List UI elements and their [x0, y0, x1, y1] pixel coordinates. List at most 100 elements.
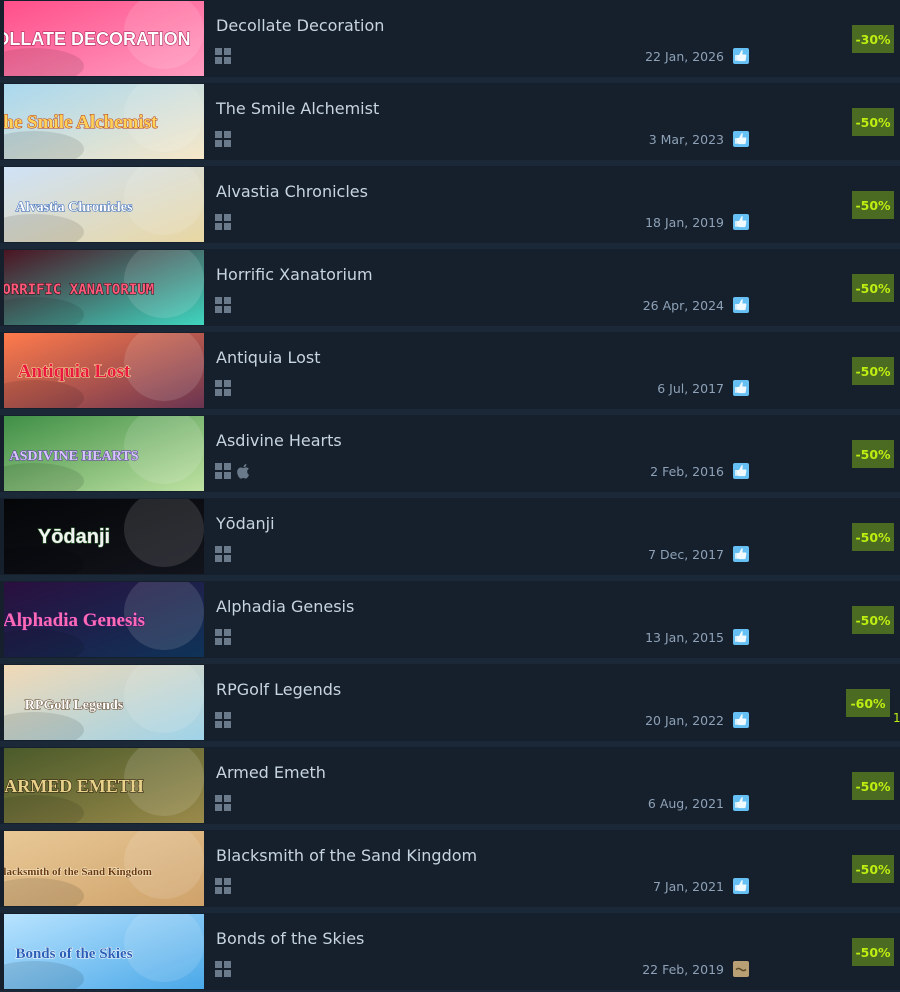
- game-title[interactable]: Horrific Xanatorium: [216, 265, 373, 284]
- game-row[interactable]: DECOLLATE DECORATION Decollate Decoration…: [0, 0, 900, 77]
- discount-badge: -50%: [852, 191, 894, 219]
- platform-icons: [215, 712, 231, 728]
- game-title[interactable]: Yōdanji: [216, 514, 275, 533]
- release-date: 20 Jan, 2022: [645, 713, 724, 728]
- capsule-logo-text: RPGolf Legends: [25, 698, 124, 713]
- game-title[interactable]: Antiquia Lost: [216, 348, 320, 367]
- discount-badge: -50%: [852, 772, 894, 800]
- release-date: 7 Dec, 2017: [648, 547, 724, 562]
- game-list: DECOLLATE DECORATION Decollate Decoration…: [0, 0, 900, 992]
- capsule-logo-text: Antiquia Lost: [18, 361, 131, 382]
- game-title[interactable]: Decollate Decoration: [216, 16, 384, 35]
- review-mixed-icon[interactable]: [733, 961, 749, 977]
- game-row[interactable]: Antiquia Lost Antiquia Lost 6 Jul, 2017 -50…: [0, 332, 900, 409]
- game-capsule-image[interactable]: Blacksmith of the Sand Kingdom: [4, 831, 204, 906]
- windows-icon: [215, 131, 231, 147]
- capsule-logo-text: Blacksmith of the Sand Kingdom: [4, 866, 152, 878]
- windows-icon: [215, 546, 231, 562]
- game-row[interactable]: RPGolf Legends RPGolf Legends 20 Jan, 2022…: [0, 664, 900, 741]
- game-row[interactable]: The Smile Alchemist The Smile Alchemist 3 …: [0, 83, 900, 160]
- thumbs-up-icon[interactable]: [733, 795, 749, 811]
- platform-icons: [215, 961, 231, 977]
- game-title[interactable]: Alphadia Genesis: [216, 597, 354, 616]
- game-capsule-image[interactable]: RPGolf Legends: [4, 665, 204, 740]
- capsule-logo-text: The Smile Alchemist: [4, 112, 158, 133]
- release-date: 22 Jan, 2026: [645, 49, 724, 64]
- game-title[interactable]: Blacksmith of the Sand Kingdom: [216, 846, 477, 865]
- discount-badge: -50%: [852, 440, 894, 468]
- game-row[interactable]: Yōdanji Yōdanji 7 Dec, 2017 -50%: [0, 498, 900, 575]
- game-title[interactable]: Armed Emeth: [216, 763, 326, 782]
- platform-icons: [215, 297, 231, 313]
- platform-icons: [215, 795, 231, 811]
- release-date: 3 Mar, 2023: [648, 132, 724, 147]
- release-date: 7 Jan, 2021: [653, 879, 724, 894]
- windows-icon: [215, 878, 231, 894]
- game-title[interactable]: RPGolf Legends: [216, 680, 341, 699]
- release-date: 2 Feb, 2016: [650, 464, 724, 479]
- game-capsule-image[interactable]: Antiquia Lost: [4, 333, 204, 408]
- release-date: 18 Jan, 2019: [645, 215, 724, 230]
- platform-icons: [215, 48, 231, 64]
- platform-icons: [215, 546, 231, 562]
- game-row[interactable]: HORRIFIC XANATORIUM Horrific Xanatorium 26…: [0, 249, 900, 326]
- apple-icon: [237, 463, 251, 479]
- thumbs-up-icon[interactable]: [733, 546, 749, 562]
- game-capsule-image[interactable]: ASDIVINE HEARTS: [4, 416, 204, 491]
- game-title[interactable]: Asdivine Hearts: [216, 431, 342, 450]
- windows-icon: [215, 48, 231, 64]
- capsule-logo-text: DECOLLATE DECORATION: [4, 29, 191, 49]
- discount-badge: -30%: [852, 25, 894, 53]
- windows-icon: [215, 712, 231, 728]
- platform-icons: [215, 131, 231, 147]
- discount-badge: -60%: [846, 689, 890, 717]
- release-date: 22 Feb, 2019: [642, 962, 724, 977]
- windows-icon: [215, 463, 231, 479]
- game-capsule-image[interactable]: Bonds of the Skies: [4, 914, 204, 989]
- game-row[interactable]: ARMED EMETH Armed Emeth 6 Aug, 2021 -50%: [0, 747, 900, 824]
- thumbs-up-icon[interactable]: [733, 297, 749, 313]
- game-title[interactable]: Bonds of the Skies: [216, 929, 364, 948]
- game-row[interactable]: ASDIVINE HEARTS Asdivine Hearts 2 Feb, 201…: [0, 415, 900, 492]
- thumbs-up-icon[interactable]: [733, 629, 749, 645]
- game-capsule-image[interactable]: DECOLLATE DECORATION: [4, 1, 204, 76]
- discount-badge: -50%: [852, 855, 894, 883]
- thumbs-up-icon[interactable]: [733, 712, 749, 728]
- game-capsule-image[interactable]: Alvastia Chronicles: [4, 167, 204, 242]
- game-row[interactable]: Alphadia Genesis Alphadia Genesis 13 Jan, …: [0, 581, 900, 658]
- price-overflow-text: 1: [893, 711, 900, 725]
- capsule-logo-text: Alvastia Chronicles: [16, 200, 133, 215]
- game-capsule-image[interactable]: Yōdanji: [4, 499, 204, 574]
- thumbs-up-icon[interactable]: [733, 131, 749, 147]
- windows-icon: [215, 297, 231, 313]
- thumbs-up-icon[interactable]: [733, 380, 749, 396]
- game-row[interactable]: Blacksmith of the Sand Kingdom Blacksmith…: [0, 830, 900, 907]
- thumbs-up-icon[interactable]: [733, 214, 749, 230]
- platform-icons: [215, 214, 231, 230]
- discount-badge: -50%: [852, 938, 894, 966]
- game-capsule-image[interactable]: ARMED EMETH: [4, 748, 204, 823]
- platform-icons: [215, 629, 231, 645]
- platform-icons: [215, 380, 231, 396]
- thumbs-up-icon[interactable]: [733, 878, 749, 894]
- game-capsule-image[interactable]: HORRIFIC XANATORIUM: [4, 250, 204, 325]
- thumbs-up-icon[interactable]: [733, 48, 749, 64]
- windows-icon: [215, 961, 231, 977]
- game-title[interactable]: The Smile Alchemist: [216, 99, 379, 118]
- game-capsule-image[interactable]: Alphadia Genesis: [4, 582, 204, 657]
- release-date: 13 Jan, 2015: [645, 630, 724, 645]
- capsule-logo-text: Yōdanji: [38, 526, 110, 548]
- platform-icons: [215, 878, 231, 894]
- discount-badge: -50%: [852, 523, 894, 551]
- game-row[interactable]: Bonds of the Skies Bonds of the Skies 22 F…: [0, 913, 900, 990]
- capsule-logo-text: Alphadia Genesis: [4, 610, 145, 631]
- game-row[interactable]: Alvastia Chronicles Alvastia Chronicles 18…: [0, 166, 900, 243]
- release-date: 6 Aug, 2021: [647, 796, 724, 811]
- game-title[interactable]: Alvastia Chronicles: [216, 182, 368, 201]
- capsule-logo-text: ASDIVINE HEARTS: [9, 449, 138, 464]
- discount-badge: -50%: [852, 108, 894, 136]
- windows-icon: [215, 380, 231, 396]
- game-capsule-image[interactable]: The Smile Alchemist: [4, 84, 204, 159]
- windows-icon: [215, 214, 231, 230]
- thumbs-up-icon[interactable]: [733, 463, 749, 479]
